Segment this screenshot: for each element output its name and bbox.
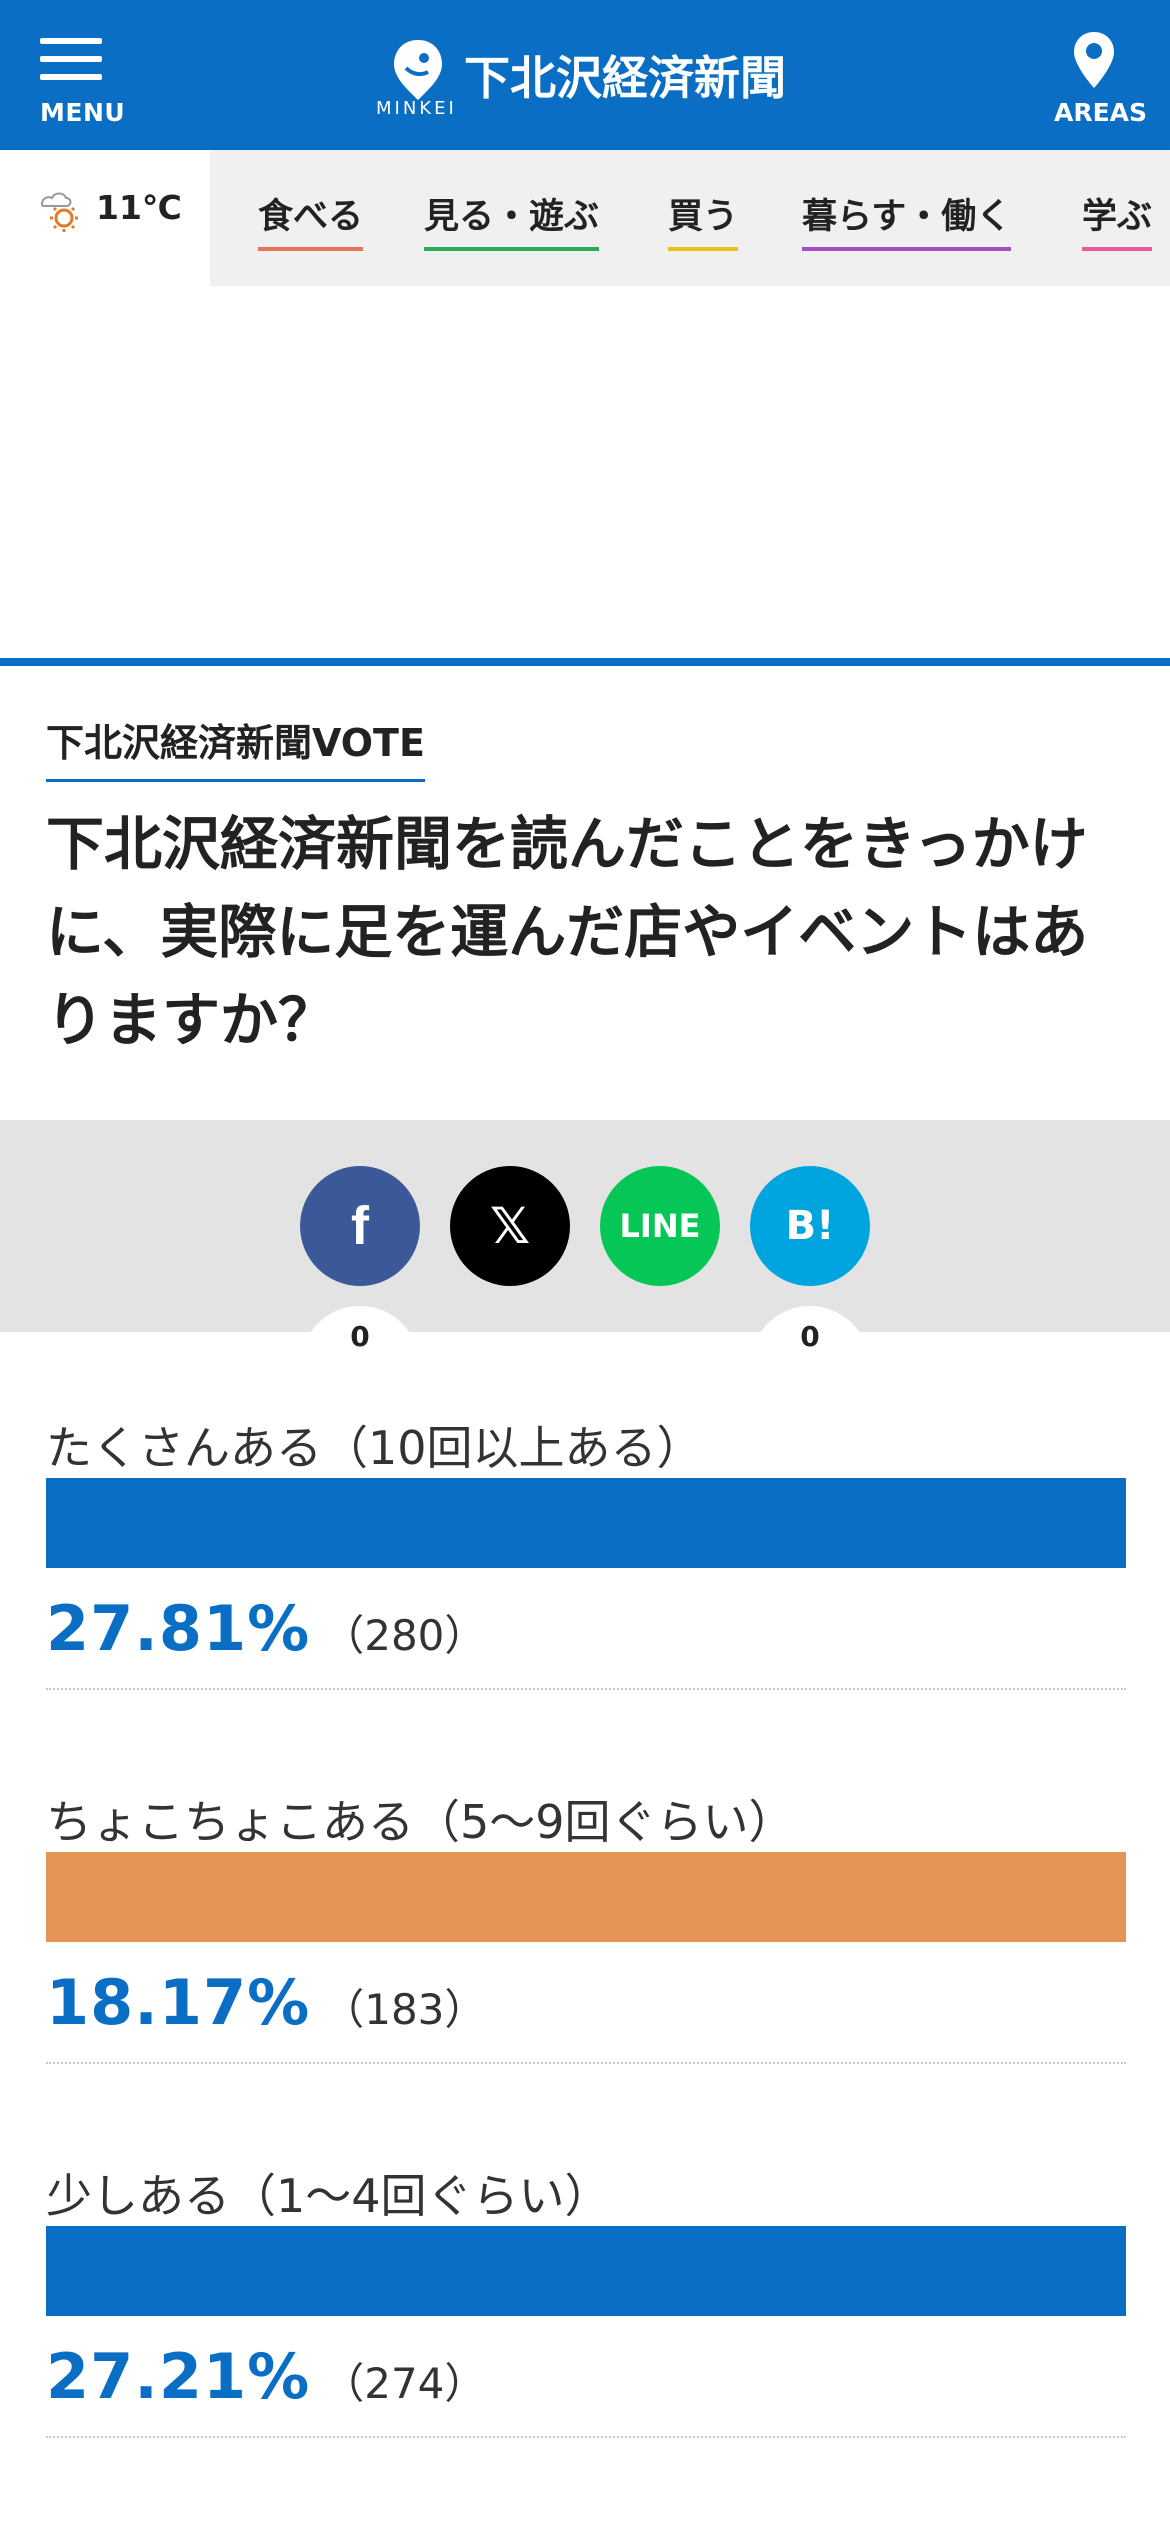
facebook-icon: f	[351, 1196, 369, 1256]
hamburger-icon	[40, 38, 112, 80]
category-label: 学ぶ	[1082, 197, 1153, 237]
vote-option-label: 少しある（1〜4回ぐらい）	[46, 2169, 611, 2223]
vote-option-label: ちょこちょこある（5〜9回ぐらい）	[46, 1795, 795, 1849]
share-bar	[0, 1120, 1170, 1332]
bird-pin-icon	[394, 40, 442, 100]
line-share-button[interactable]: LINE	[600, 1166, 720, 1286]
category-label: 見る・遊ぶ	[424, 197, 600, 237]
section-divider	[0, 658, 1170, 666]
cloud-sun-icon	[40, 192, 78, 232]
vote-percent: 27.81%	[46, 1592, 311, 1665]
vote-count: （280）	[322, 1611, 487, 1660]
result-divider	[46, 1688, 1126, 1690]
category-nav: 11℃ 食べる 見る・遊ぶ 買う 暮らす・働く 学ぶ	[0, 150, 1170, 286]
hatena-bookmark-button[interactable]: B!	[750, 1166, 870, 1286]
result-divider	[46, 2436, 1126, 2438]
x-icon: 𝕏	[489, 1197, 531, 1255]
category-label: 食べる	[258, 197, 364, 237]
vote-option: 少しある（1〜4回ぐらい） 27.21% （274）	[46, 2160, 1126, 2438]
line-icon: LINE	[619, 1207, 701, 1245]
areas-button[interactable]: AREAS	[1054, 30, 1148, 127]
map-pin-icon	[1074, 32, 1114, 88]
vote-bar-fill	[46, 2226, 1126, 2316]
category-tab-play[interactable]: 見る・遊ぶ	[424, 188, 600, 251]
weather-widget: 11℃	[0, 150, 210, 286]
category-underline	[802, 247, 1012, 251]
category-tab-buy[interactable]: 買う	[668, 188, 739, 251]
vote-option-label: たくさんある（10回以上ある）	[46, 1421, 703, 1475]
category-tab-learn[interactable]: 学ぶ	[1082, 188, 1153, 251]
x-share-button[interactable]: 𝕏	[450, 1166, 570, 1286]
vote-section-label[interactable]: 下北沢経済新聞VOTE	[46, 712, 425, 782]
vote-count: （274）	[322, 2359, 487, 2408]
vote-percent: 27.21%	[46, 2340, 311, 2413]
vote-percent: 18.17%	[46, 1966, 311, 2039]
vote-result: 27.21% （274）	[46, 2340, 486, 2413]
facebook-share-button[interactable]: f	[300, 1166, 420, 1286]
vote-option: たくさんある（10回以上ある） 27.81% （280）	[46, 1412, 1126, 1690]
category-tab-live-work[interactable]: 暮らす・働く	[802, 188, 1012, 251]
weather-temperature: 11℃	[96, 188, 182, 227]
category-label: 暮らす・働く	[802, 197, 1012, 237]
category-underline	[258, 247, 364, 251]
vote-count: （183）	[322, 1985, 487, 2034]
areas-label: AREAS	[1054, 98, 1148, 127]
vote-question: 下北沢経済新聞を読んだことをきっかけに、実際に足を運んだ店やイベントはありますか…	[46, 810, 1089, 1054]
vote-result: 27.81% （280）	[46, 1592, 486, 1665]
vote-result: 18.17% （183）	[46, 1966, 486, 2039]
vote-option: ちょこちょこある（5〜9回ぐらい） 18.17% （183）	[46, 1786, 1126, 2064]
category-label: 買う	[668, 197, 739, 237]
category-tab-eat[interactable]: 食べる	[258, 188, 364, 251]
category-underline	[1082, 247, 1153, 251]
vote-bar	[46, 1478, 1126, 1568]
category-underline	[668, 247, 739, 251]
logo-title: 下北沢経済新聞	[464, 51, 786, 105]
ad-space	[0, 286, 1170, 660]
vote-bar	[46, 1852, 1126, 1942]
menu-button[interactable]: MENU	[40, 38, 125, 128]
category-underline	[424, 247, 600, 251]
result-divider	[46, 2062, 1126, 2064]
vote-bar	[46, 2226, 1126, 2316]
logo-subtitle: MINKEI	[376, 98, 457, 119]
site-header: MENU MINKEI 下北沢経済新聞 AREAS	[0, 0, 1170, 150]
menu-label: MENU	[40, 98, 126, 127]
hatena-icon: B!	[785, 1203, 835, 1249]
vote-bar-fill	[46, 1478, 1126, 1568]
site-logo[interactable]: MINKEI 下北沢経済新聞	[376, 38, 816, 122]
vote-bar-fill	[46, 1852, 1126, 1942]
